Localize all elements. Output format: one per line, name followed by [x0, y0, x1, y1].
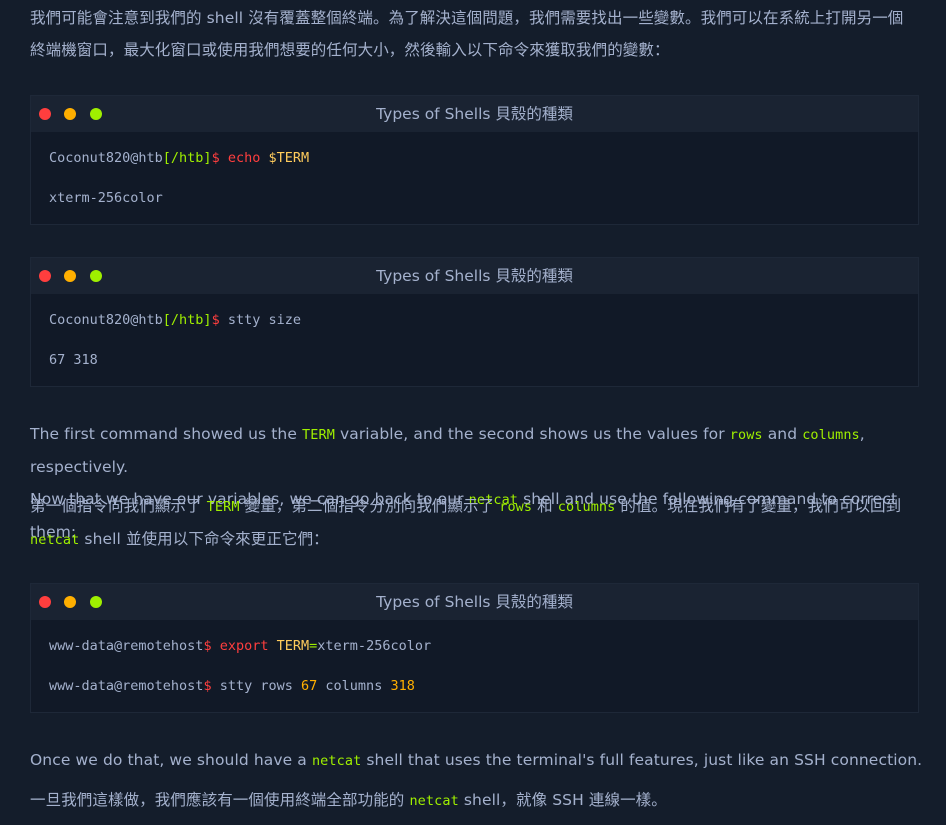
intro-line-2: 終端機窗口，最大化窗口或使用我們想要的任何大小，然後輸入以下命令來獲取我們的變數… [30, 41, 670, 59]
prompt-symbol: $ [203, 638, 212, 654]
text: shell，就像 SSH 連線一樣。 [458, 791, 667, 809]
command-line-stty: www-data@remotehost$ stty rows 67 column… [49, 666, 900, 706]
explanation-zh-line-2: netcat shell 並使用以下命令來更正它們： [30, 523, 930, 556]
terminal-body[interactable]: www-data@remotehost$ export TERM=xterm-2… [31, 620, 918, 712]
prompt-user: www-data@remotehost [49, 638, 204, 654]
prompt-symbol: $ [211, 312, 220, 328]
inline-code-netcat: netcat [409, 793, 459, 809]
inline-code-columns: columns [802, 427, 860, 443]
command-output: 67 318 [49, 352, 98, 368]
text: 的值。現在我們有了變量，我們可以回到 [615, 497, 902, 515]
terminal-titlebar: Types of Shells 貝殼的種類 [31, 96, 918, 132]
inline-code-netcat: netcat [30, 532, 80, 548]
outro-zh-line: 一旦我們這樣做，我們應該有一個使用終端全部功能的 netcat shell，就像… [30, 784, 930, 817]
variable: TERM [276, 638, 310, 654]
terminal-title: Types of Shells 貝殼的種類 [376, 267, 573, 285]
prompt-symbol: $ [211, 150, 220, 166]
inline-code-term: TERM [206, 499, 240, 515]
explanation-zh: 第一個指令向我們顯示了 TERM 變量，第二個指令分別向我們顯示了 rows 和… [30, 490, 930, 556]
terminal-title: Types of Shells 貝殼的種類 [376, 593, 573, 611]
prompt-symbol: $ [203, 678, 212, 694]
terminal-window-echo-term: Types of Shells 貝殼的種類 Coconut820@htb[/ht… [30, 95, 919, 225]
outro-zh: 一旦我們這樣做，我們應該有一個使用終端全部功能的 netcat shell，就像… [30, 784, 930, 817]
text: The first command showed us the [30, 425, 303, 443]
terminal-window-stty-size: Types of Shells 貝殼的種類 Coconut820@htb[/ht… [30, 257, 919, 387]
inline-code-rows: rows [499, 499, 533, 515]
intro-line-1: 我們可能會注意到我們的 shell 沒有覆蓋整個終端。為了解決這個問題，我們需要… [30, 9, 904, 27]
command: stty rows [219, 678, 293, 694]
command: echo [227, 150, 261, 166]
terminal-window-fix-size: Types of Shells 貝殼的種類 www-data@remotehos… [30, 583, 919, 713]
prompt-path: [/htb] [162, 150, 212, 166]
command-arg: $TERM [268, 150, 310, 166]
inline-code-term: TERM [302, 427, 335, 443]
inline-code-netcat: netcat [311, 753, 362, 769]
terminal-titlebar: Types of Shells 貝殼的種類 [31, 258, 918, 294]
command-line: Coconut820@htb[/htb]$ stty size [49, 300, 900, 340]
value: xterm-256color [317, 638, 432, 654]
command: export [219, 638, 269, 654]
terminal-body[interactable]: Coconut820@htb[/htb]$ stty size 67 318 [31, 294, 918, 386]
text: variable, and the second shows us the va… [334, 425, 730, 443]
command-columns: columns [325, 678, 383, 694]
text: 第一個指令向我們顯示了 [30, 497, 207, 515]
text: 變量，第二個指令分別向我們顯示了 [239, 497, 500, 515]
terminal-title: Types of Shells 貝殼的種類 [376, 105, 573, 123]
intro-paragraph: 我們可能會注意到我們的 shell 沒有覆蓋整個終端。為了解決這個問題，我們需要… [30, 2, 930, 66]
terminal-titlebar: Types of Shells 貝殼的種類 [31, 584, 918, 620]
inline-code-columns: columns [557, 499, 616, 515]
columns-value: 318 [390, 678, 415, 694]
outro-en-line: Once we do that, we should have a netcat… [30, 744, 930, 777]
text: shell that uses the terminal's full feat… [361, 751, 923, 769]
command-line: Coconut820@htb[/htb]$ echo $TERM [49, 138, 900, 178]
text: 一旦我們這樣做，我們應該有一個使用終端全部功能的 [30, 791, 410, 809]
rows-value: 67 [301, 678, 318, 694]
command: stty size [227, 312, 302, 328]
terminal-body[interactable]: Coconut820@htb[/htb]$ echo $TERM xterm-2… [31, 132, 918, 224]
text: Once we do that, we should have a [30, 751, 312, 769]
text: shell 並使用以下命令來更正它們： [79, 530, 329, 548]
explanation-zh-line-1: 第一個指令向我們顯示了 TERM 變量，第二個指令分別向我們顯示了 rows 和… [30, 490, 930, 523]
prompt-path: [/htb] [162, 312, 212, 328]
prompt-user: Coconut820@htb [49, 312, 163, 328]
text: 和 [532, 497, 558, 515]
explanation-en-line-1: The first command showed us the TERM var… [30, 418, 930, 483]
text: and [762, 425, 803, 443]
prompt-user: www-data@remotehost [49, 678, 204, 694]
command-line-export: www-data@remotehost$ export TERM=xterm-2… [49, 626, 900, 666]
inline-code-rows: rows [729, 427, 763, 443]
command-output: xterm-256color [49, 190, 163, 206]
outro-en: Once we do that, we should have a netcat… [30, 744, 930, 777]
prompt-user: Coconut820@htb [49, 150, 163, 166]
